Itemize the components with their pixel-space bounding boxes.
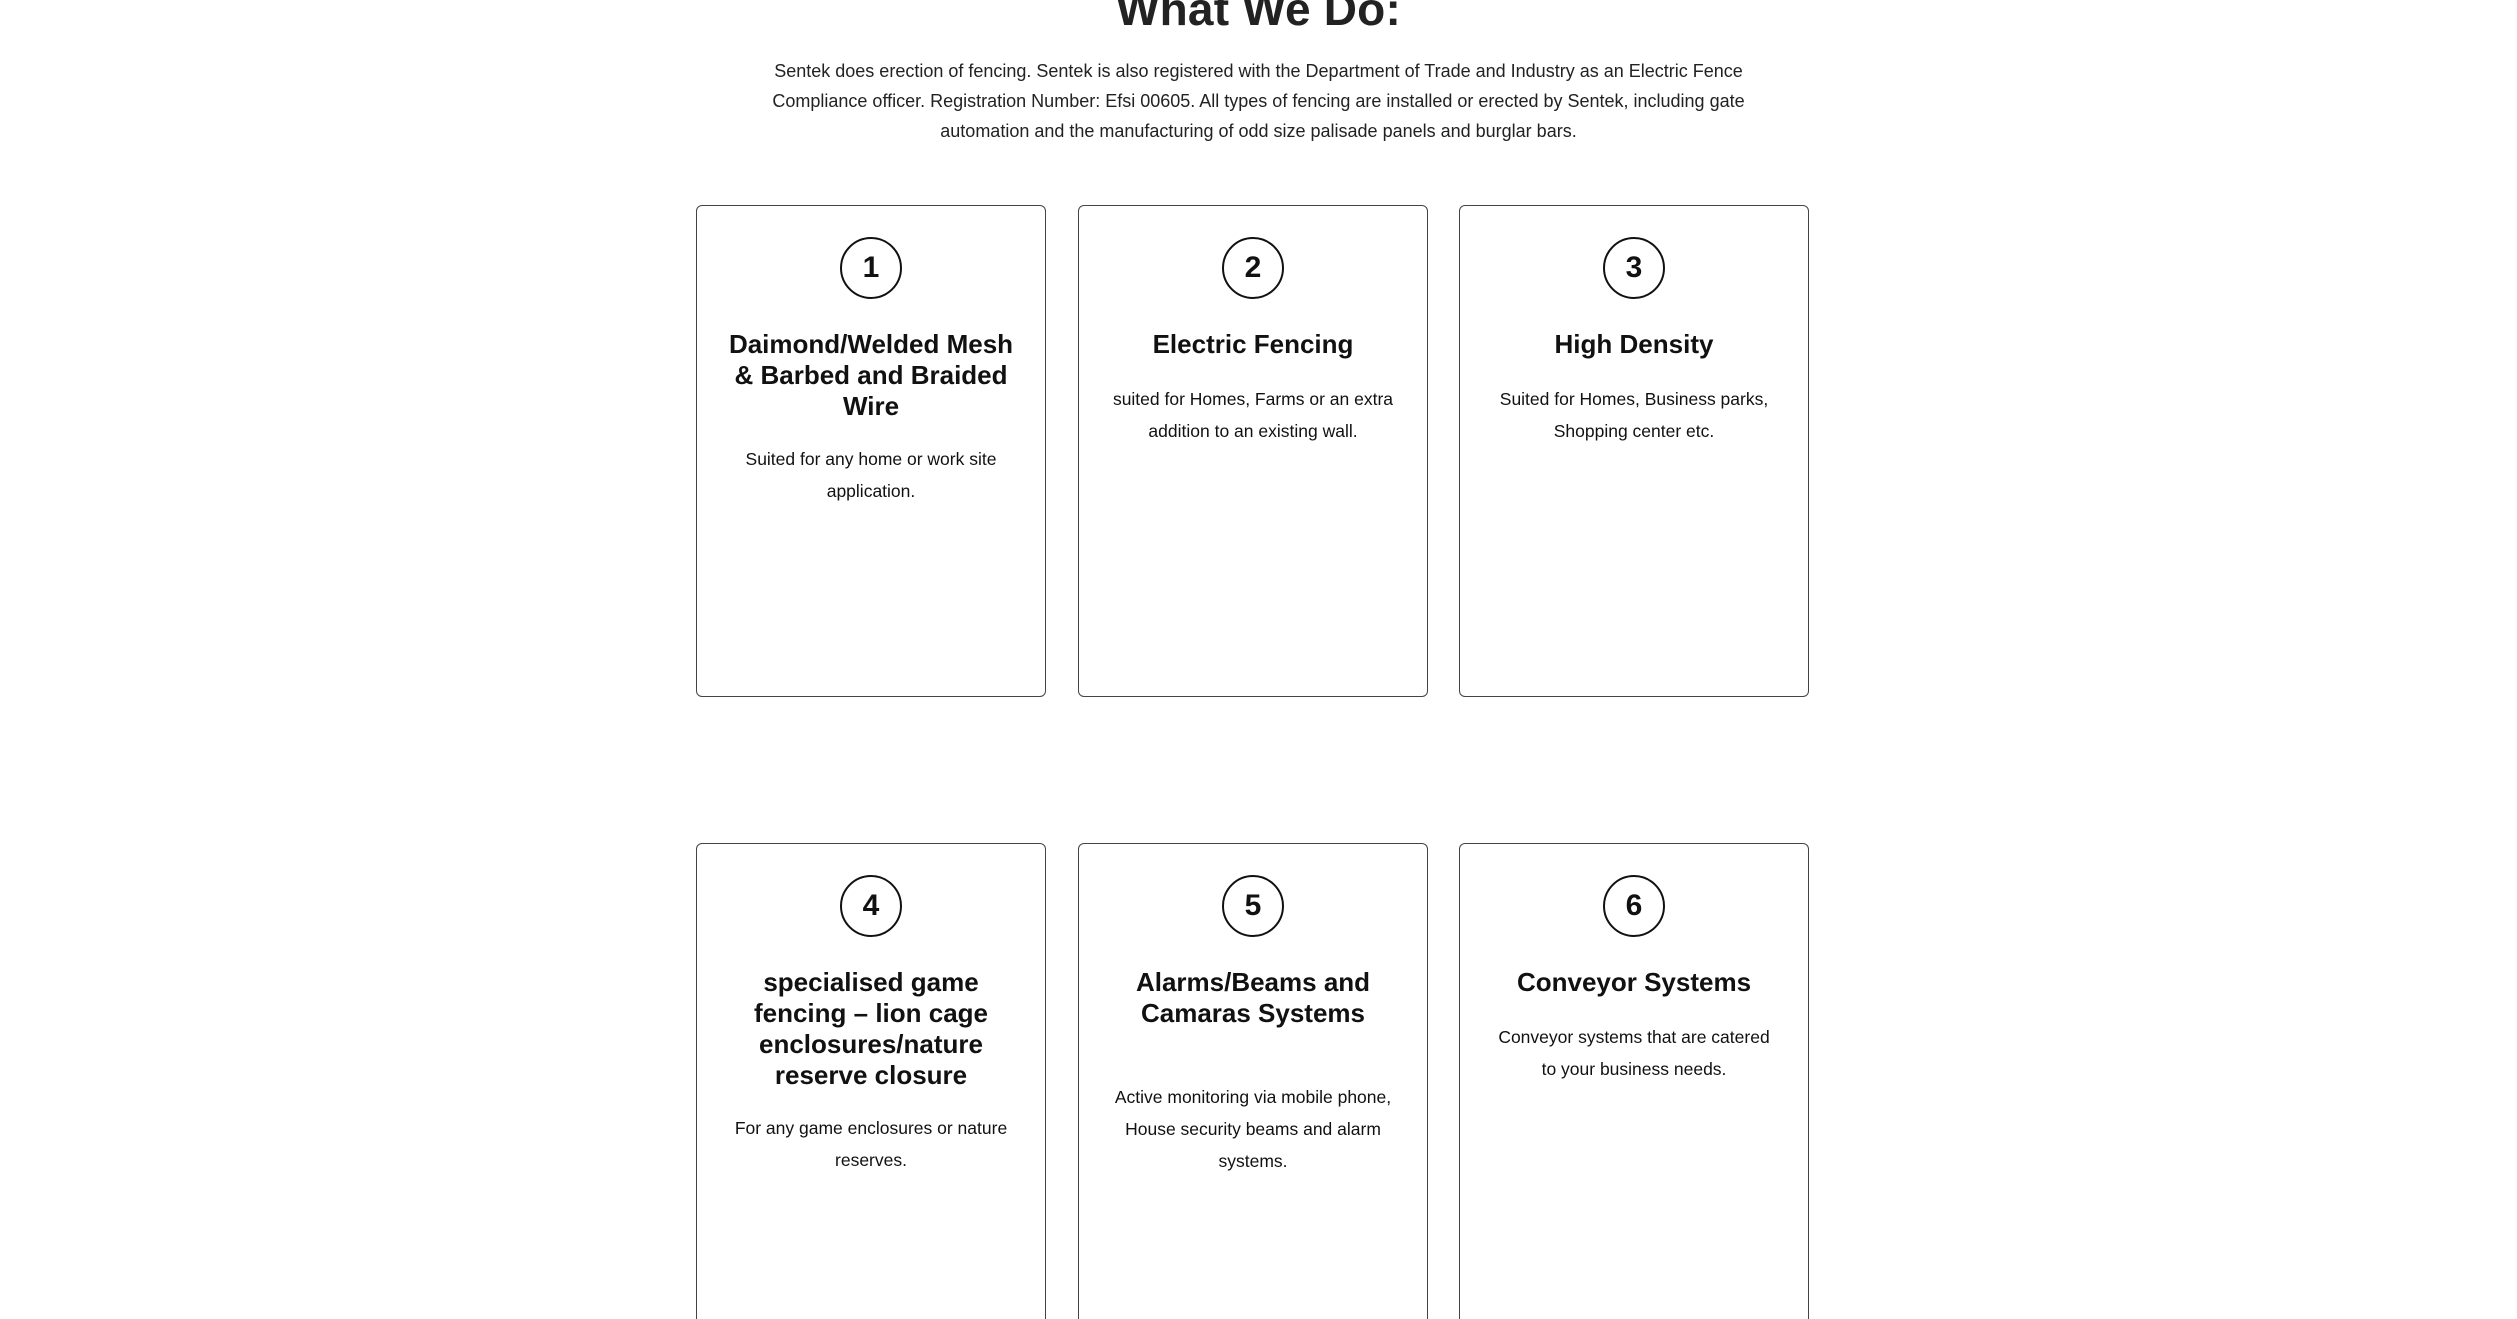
card-title: Conveyor Systems [1516, 967, 1752, 997]
what-we-do-section: What We Do: Sentek does erection of fenc… [0, 0, 2517, 1319]
number-badge: 5 [1222, 875, 1284, 937]
service-card-alarms-beams: 5 Alarms/Beams and Camaras Systems Activ… [1078, 843, 1428, 1319]
number-badge: 2 [1222, 237, 1284, 299]
card-title: specialised game fencing – lion cage enc… [753, 967, 989, 1090]
card-title: Daimond/Welded Mesh & Barbed and Braided… [728, 329, 1014, 421]
service-card-conveyor-systems: 6 Conveyor Systems Conveyor systems that… [1459, 843, 1809, 1319]
card-description: Conveyor systems that are catered to you… [1498, 1027, 1770, 1079]
card-description: Active monitoring via mobile phone, Hous… [1114, 1087, 1392, 1171]
number-badge: 3 [1603, 237, 1665, 299]
section-intro: Sentek does erection of fencing. Sentek … [772, 61, 1745, 141]
service-card-electric-fencing: 2 Electric Fencing suited for Homes, Far… [1078, 205, 1428, 697]
number-badge: 1 [840, 237, 902, 299]
card-title: High Density [1554, 329, 1714, 359]
card-title: Electric Fencing [1152, 329, 1354, 359]
service-card-mesh-wire: 1 Daimond/Welded Mesh & Barbed and Braid… [696, 205, 1046, 697]
number-badge: 4 [840, 875, 902, 937]
card-description: Suited for any home or work site applica… [745, 449, 997, 501]
card-title: Alarms/Beams and Camaras Systems [1135, 967, 1371, 1028]
card-description: For any game enclosures or nature reserv… [734, 1118, 1008, 1170]
card-description: Suited for Homes, Business parks, Shoppi… [1499, 389, 1769, 441]
section-heading: What We Do: [1116, 0, 1401, 35]
service-card-high-density: 3 High Density Suited for Homes, Busines… [1459, 205, 1809, 697]
number-badge: 6 [1603, 875, 1665, 937]
service-card-game-fencing: 4 specialised game fencing – lion cage e… [696, 843, 1046, 1319]
card-description: suited for Homes, Farms or an extra addi… [1112, 389, 1394, 441]
